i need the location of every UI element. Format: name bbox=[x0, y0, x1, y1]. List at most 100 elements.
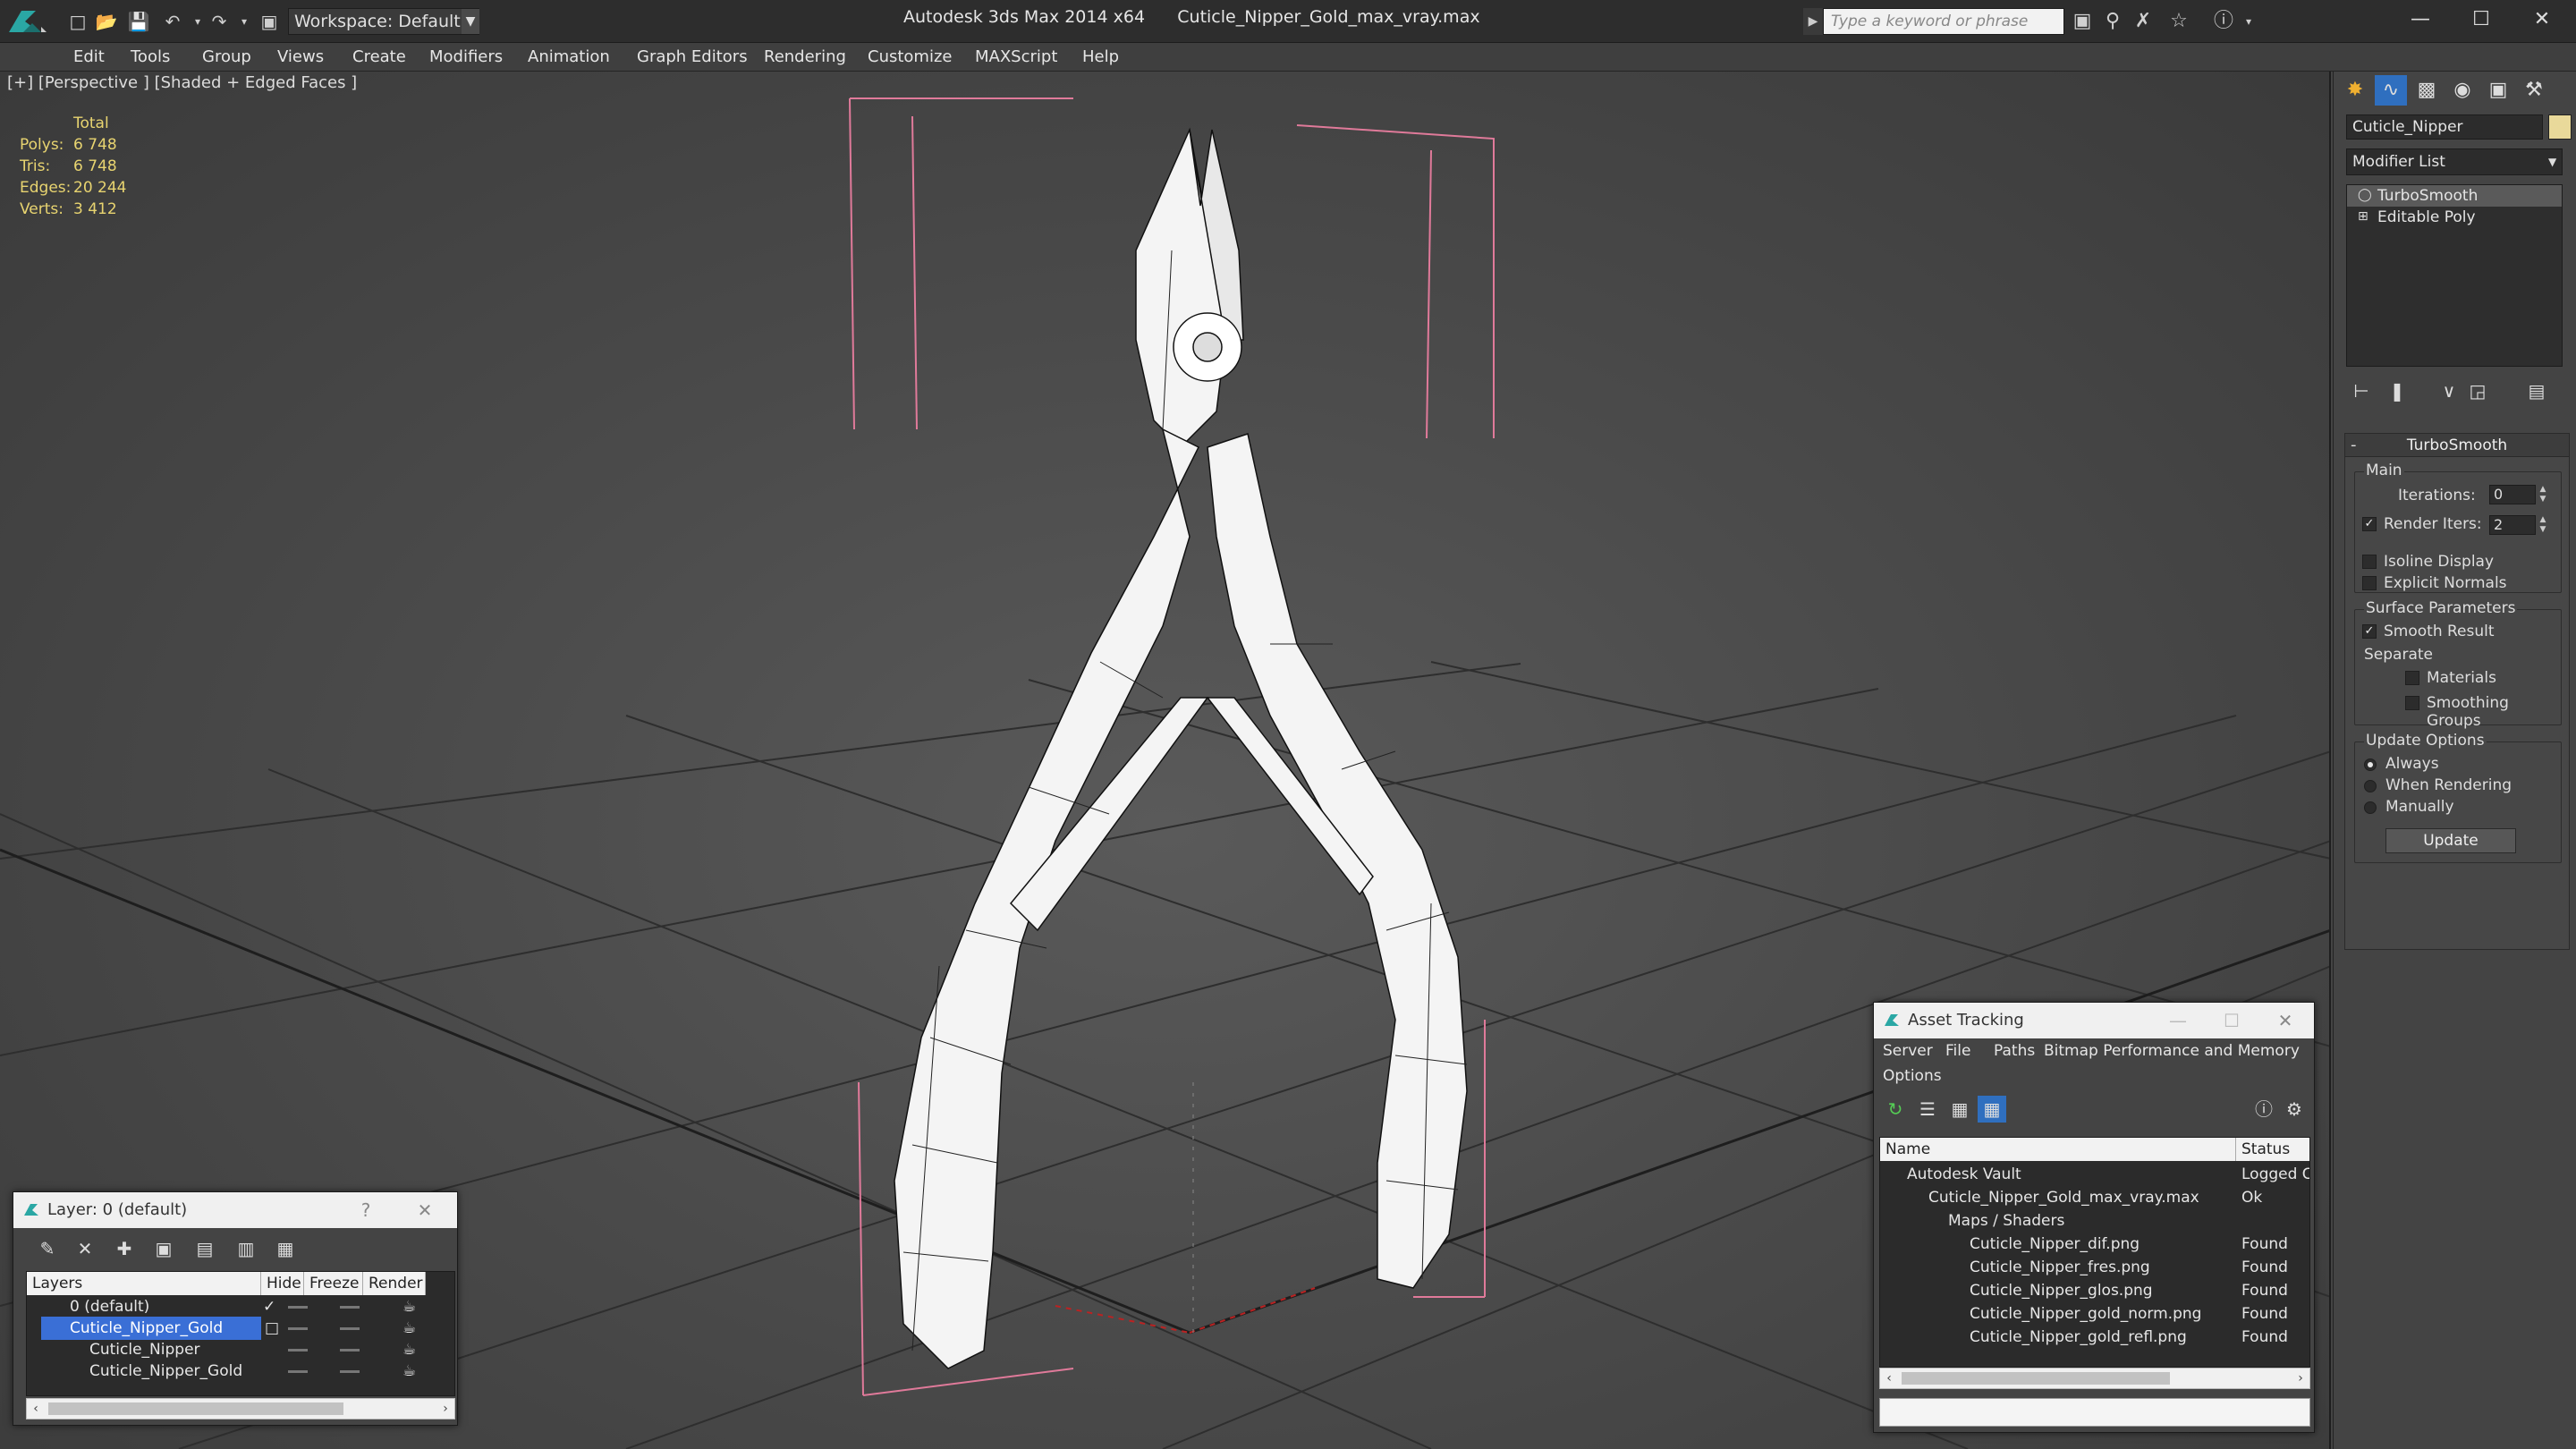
render-teapot-icon[interactable]: ☕ bbox=[402, 1360, 429, 1383]
column-status[interactable]: Status bbox=[2236, 1138, 2309, 1161]
redo-icon[interactable]: ↷ bbox=[206, 9, 233, 34]
hide-toggle[interactable] bbox=[288, 1317, 315, 1340]
explicit-normals-checkbox[interactable] bbox=[2362, 576, 2377, 590]
menu-paths[interactable]: Paths bbox=[1994, 1038, 2035, 1067]
render-teapot-icon[interactable]: ☕ bbox=[402, 1295, 429, 1318]
layer-window-title-bar[interactable]: Layer: 0 (default) bbox=[13, 1192, 457, 1228]
new-file-icon[interactable]: □ bbox=[64, 9, 91, 34]
menu-edit[interactable]: Edit bbox=[73, 43, 105, 72]
update-button[interactable]: Update bbox=[2385, 828, 2516, 853]
close-button[interactable]: ✕ bbox=[2512, 0, 2572, 39]
hide-all-icon[interactable]: ▦ bbox=[271, 1235, 300, 1262]
smooth-result-checkbox[interactable]: ✓ bbox=[2362, 624, 2377, 639]
detail-view-icon[interactable]: ▦ bbox=[1945, 1096, 1974, 1123]
maximize-button[interactable]: ☐ bbox=[2451, 0, 2512, 39]
object-name-field[interactable]: Cuticle_Nipper bbox=[2346, 114, 2543, 140]
object-color-swatch[interactable] bbox=[2548, 114, 2572, 140]
workspace-dropdown[interactable]: Workspace: Default bbox=[288, 8, 479, 35]
asset-horizontal-scrollbar[interactable]: ‹ › bbox=[1879, 1368, 2310, 1389]
add-to-layer-icon[interactable]: ✚ bbox=[110, 1235, 139, 1262]
asset-path-field[interactable] bbox=[1879, 1398, 2310, 1427]
asset-minimize-button[interactable]: — bbox=[2160, 1003, 2196, 1038]
project-folder-icon[interactable]: ▣ bbox=[256, 9, 283, 34]
help-icon[interactable]: ⓘ bbox=[2250, 1096, 2278, 1123]
render-teapot-icon[interactable]: ☕ bbox=[402, 1317, 429, 1340]
app-logo-icon[interactable] bbox=[4, 4, 48, 41]
make-unique-icon[interactable]: ∨ bbox=[2434, 377, 2464, 404]
lightbulb-icon[interactable]: ◯ bbox=[2358, 189, 2372, 201]
update-always-radio[interactable] bbox=[2364, 758, 2377, 771]
hide-toggle[interactable] bbox=[288, 1360, 315, 1383]
layer-horizontal-scrollbar[interactable]: ‹ › bbox=[26, 1398, 455, 1419]
set-current-layer-icon[interactable]: ▥ bbox=[232, 1235, 260, 1262]
list-view-icon[interactable]: ☰ bbox=[1913, 1096, 1942, 1123]
asset-row[interactable]: Cuticle_Nipper_Gold_max_vray.max Ok bbox=[1880, 1186, 2309, 1209]
modify-tab-icon[interactable]: ∿ bbox=[2375, 75, 2407, 106]
select-objects-icon[interactable]: ▣ bbox=[149, 1235, 178, 1262]
show-end-result-icon[interactable]: ❚ bbox=[2382, 377, 2412, 404]
asset-row[interactable]: Maps / Shaders bbox=[1880, 1209, 2309, 1233]
play-icon[interactable]: ▶ bbox=[1803, 8, 1823, 35]
layer-row[interactable]: 0 (default) ✓ ☕ bbox=[27, 1295, 454, 1318]
utilities-tab-icon[interactable]: ⚒ bbox=[2518, 75, 2550, 106]
asset-row[interactable]: Cuticle_Nipper_dif.png Found bbox=[1880, 1233, 2309, 1256]
menu-graph-editors[interactable]: Graph Editors bbox=[637, 43, 748, 72]
expand-plus-icon[interactable]: ⊞ bbox=[2358, 210, 2370, 223]
menu-maxscript[interactable]: MAXScript bbox=[975, 43, 1057, 72]
menu-file[interactable]: File bbox=[1945, 1038, 1970, 1067]
chevron-down-icon[interactable]: ▼ bbox=[462, 9, 479, 34]
hierarchy-tab-icon[interactable]: ▩ bbox=[2411, 75, 2443, 106]
layer-close-button[interactable]: ✕ bbox=[407, 1192, 443, 1228]
render-iters-spinner[interactable]: 2 bbox=[2489, 515, 2536, 535]
menu-animation[interactable]: Animation bbox=[528, 43, 610, 72]
menu-create[interactable]: Create bbox=[352, 43, 406, 72]
asset-maximize-button[interactable]: ☐ bbox=[2214, 1003, 2250, 1038]
materials-checkbox[interactable] bbox=[2405, 671, 2419, 685]
menu-views[interactable]: Views bbox=[277, 43, 324, 72]
settings-icon[interactable]: ⚙ bbox=[2280, 1096, 2309, 1123]
hide-toggle[interactable] bbox=[288, 1338, 315, 1361]
menu-modifiers[interactable]: Modifiers bbox=[429, 43, 503, 72]
save-file-icon[interactable]: 💾 bbox=[125, 9, 152, 34]
scroll-right-icon[interactable]: › bbox=[2292, 1368, 2309, 1388]
display-tab-icon[interactable]: ▣ bbox=[2482, 75, 2514, 106]
layer-row[interactable]: Cuticle_Nipper_Gold ☕ bbox=[27, 1360, 454, 1383]
square-icon[interactable]: □ bbox=[265, 1317, 279, 1340]
viewport-label[interactable]: [+] [Perspective ] [Shaded + Edged Faces… bbox=[7, 73, 357, 92]
column-hide[interactable]: Hide bbox=[261, 1272, 304, 1295]
update-manually-radio[interactable] bbox=[2364, 801, 2377, 814]
minimize-button[interactable]: — bbox=[2390, 0, 2451, 39]
column-layers[interactable]: Layers bbox=[27, 1272, 261, 1295]
motion-tab-icon[interactable]: ◉ bbox=[2446, 75, 2479, 106]
subscription-icon[interactable]: ⚲ bbox=[2098, 9, 2127, 34]
isoline-display-checkbox[interactable] bbox=[2362, 555, 2377, 569]
asset-close-button[interactable]: ✕ bbox=[2267, 1003, 2303, 1038]
layer-row[interactable]: Cuticle_Nipper ☕ bbox=[27, 1338, 454, 1361]
binoculars-icon[interactable]: ▣ bbox=[2068, 9, 2097, 34]
asset-row[interactable]: Autodesk Vault Logged C bbox=[1880, 1163, 2309, 1186]
menu-customize[interactable]: Customize bbox=[868, 43, 952, 72]
freeze-toggle[interactable] bbox=[340, 1360, 367, 1383]
open-file-icon[interactable]: 📂 bbox=[93, 9, 120, 34]
asset-row[interactable]: Cuticle_Nipper_glos.png Found bbox=[1880, 1279, 2309, 1302]
menu-help[interactable]: Help bbox=[1082, 43, 1119, 72]
column-render[interactable]: Render bbox=[363, 1272, 426, 1295]
render-iters-checkbox[interactable]: ✓ bbox=[2362, 517, 2377, 531]
redo-dropdown-icon[interactable]: ▾ bbox=[231, 9, 258, 34]
asset-row[interactable]: Cuticle_Nipper_fres.png Found bbox=[1880, 1256, 2309, 1279]
stack-item-turbosmooth[interactable]: ◯ TurboSmooth bbox=[2347, 185, 2562, 207]
spinner-arrows-icon[interactable]: ▲ ▼ bbox=[2538, 485, 2548, 504]
menu-options[interactable]: Options bbox=[1883, 1063, 1942, 1092]
communication-icon[interactable]: ✗ bbox=[2129, 9, 2157, 34]
scrollbar-thumb[interactable] bbox=[1902, 1372, 2170, 1385]
create-tab-icon[interactable]: ✸ bbox=[2339, 75, 2371, 106]
freeze-toggle[interactable] bbox=[340, 1338, 367, 1361]
select-layer-icon[interactable]: ▤ bbox=[191, 1235, 219, 1262]
configure-sets-icon[interactable]: ▤ bbox=[2521, 377, 2552, 404]
smoothing-groups-checkbox[interactable] bbox=[2405, 696, 2419, 710]
scrollbar-thumb[interactable] bbox=[48, 1402, 343, 1415]
layer-row[interactable]: Cuticle_Nipper_Gold □ ☕ bbox=[27, 1317, 454, 1340]
keyword-search-input[interactable]: Type a keyword or phrase bbox=[1823, 8, 2064, 35]
remove-modifier-icon[interactable]: ◲ bbox=[2462, 377, 2493, 404]
scroll-right-icon[interactable]: › bbox=[436, 1399, 454, 1419]
